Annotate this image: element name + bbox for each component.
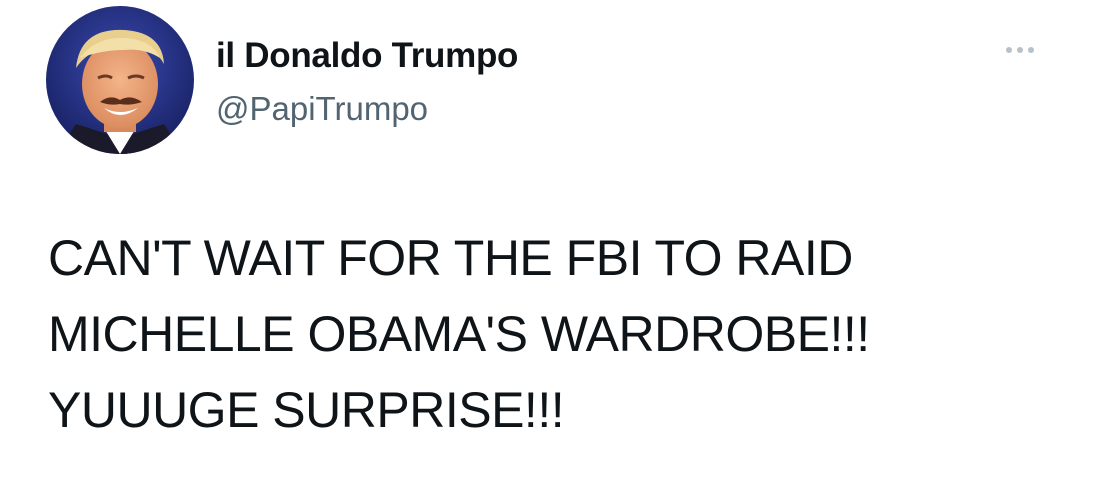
dot-icon <box>1017 47 1023 53</box>
tweet-text-line: CAN'T WAIT FOR THE FBI TO RAID <box>48 230 853 286</box>
dot-icon <box>1006 47 1012 53</box>
tweet-card: il Donaldo Trumpo @PapiTrumpo CAN'T WAIT… <box>0 0 1098 502</box>
tweet-text: CAN'T WAIT FOR THE FBI TO RAID MICHELLE … <box>48 220 1068 448</box>
tweet-text-line: MICHELLE OBAMA'S WARDROBE!!! <box>48 306 870 362</box>
tweet-text-line: YUUUGE SURPRISE!!! <box>48 382 565 438</box>
author-avatar[interactable] <box>46 6 194 154</box>
profile-photo-avatar-icon <box>46 6 194 154</box>
more-options-icon[interactable] <box>996 38 1044 62</box>
dot-icon <box>1028 47 1034 53</box>
author-handle[interactable]: @PapiTrumpo <box>216 90 428 128</box>
author-display-name[interactable]: il Donaldo Trumpo <box>216 36 518 76</box>
